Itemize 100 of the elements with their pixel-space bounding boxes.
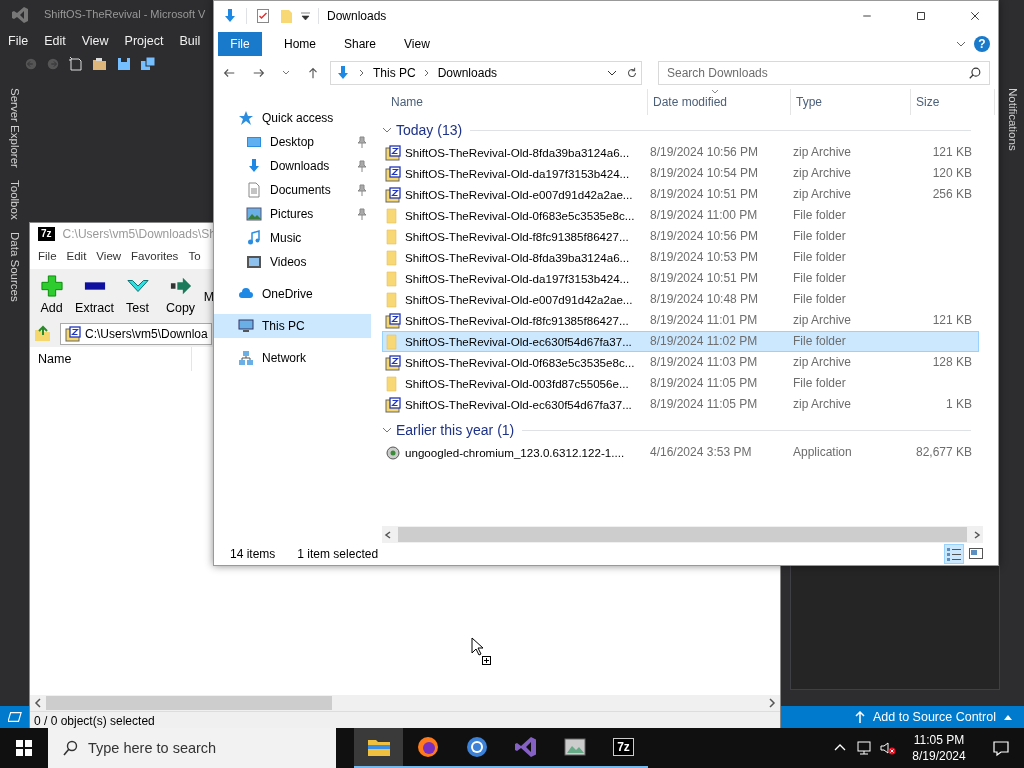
search-box[interactable]: Type here to search (48, 728, 336, 768)
muted-speaker-icon[interactable] (880, 740, 896, 756)
file-row[interactable]: ShiftOS-TheRevival-Old-0f683e5c3535e8c... 8/19/2024 11:00 PM File folder (382, 205, 979, 226)
dropdown-icon[interactable] (607, 69, 617, 77)
expand-ribbon-icon[interactable] (956, 40, 966, 48)
nav-item[interactable]: Pictures (214, 202, 371, 226)
up-folder-icon[interactable] (34, 325, 52, 343)
file-row[interactable]: ShiftOS-TheRevival-Old-ec630f54d67fa37... 8/19/2024 11:02 PM File folder (382, 331, 979, 352)
file-row[interactable]: ShiftOS-TheRevival-Old-da197f3153b424... 8/19/2024 10:54 PM zip Archive 120 KB (382, 163, 979, 184)
ribbon-tab[interactable]: View (390, 36, 444, 52)
file-row[interactable]: ShiftOS-TheRevival-Old-003fd87c55056e... 8/19/2024 11:05 PM File folder (382, 373, 979, 394)
group-header[interactable]: Today (13) (382, 122, 463, 139)
help-icon[interactable]: ? (974, 36, 990, 52)
column-header[interactable]: Date modified (648, 89, 791, 115)
type-cell-text: zip Archive (792, 187, 853, 202)
address-bar[interactable]: This PC Downloads (330, 61, 642, 85)
file-row[interactable]: ShiftOS-TheRevival-Old-da197f3153b424... 8/19/2024 10:51 PM File folder (382, 268, 979, 289)
dropdown-icon[interactable] (301, 12, 310, 20)
notifications-icon[interactable] (992, 739, 1010, 757)
toolbar-button[interactable]: Copy (159, 274, 202, 316)
menu-item[interactable]: View (96, 250, 122, 264)
file-menu-button[interactable]: File (218, 32, 262, 56)
open-folder-icon[interactable] (92, 56, 108, 72)
size-cell-text: 128 KB (931, 355, 972, 370)
column-header[interactable]: Type (791, 89, 911, 115)
download-arrow-icon (335, 65, 351, 81)
breadcrumb-item[interactable]: This PC (373, 65, 416, 81)
back-icon[interactable] (222, 66, 236, 80)
column-header[interactable]: Name (30, 347, 192, 371)
breadcrumb-item[interactable]: Downloads (437, 65, 498, 81)
up-arrow-icon (855, 711, 865, 723)
nav-item[interactable]: This PC (214, 314, 371, 338)
nav-item[interactable]: Videos (214, 250, 371, 274)
ribbon-tab[interactable]: Share (330, 36, 391, 52)
clock-time[interactable]: 11:05 PM (908, 731, 970, 748)
menu-item[interactable]: File (8, 33, 29, 49)
download-arrow-icon[interactable] (222, 8, 238, 24)
status-text: 0 / 0 object(s) selected (33, 714, 156, 729)
nav-item[interactable]: Documents (214, 178, 371, 202)
save-all-icon[interactable] (140, 56, 156, 72)
file-row[interactable]: ShiftOS-TheRevival-Old-8fda39ba3124a6... 8/19/2024 10:53 PM File folder (382, 247, 979, 268)
refresh-icon[interactable] (625, 66, 639, 80)
file-row[interactable]: ShiftOS-TheRevival-Old-8fda39ba3124a6... 8/19/2024 10:56 PM zip Archive 121 KB (382, 142, 979, 163)
file-row[interactable]: ShiftOS-TheRevival-Old-e007d91d42a2ae... 8/19/2024 10:48 PM File folder (382, 289, 979, 310)
up-icon[interactable] (306, 66, 320, 80)
application-icon (385, 444, 401, 461)
menu-item[interactable]: File (38, 250, 57, 264)
file-row[interactable]: ShiftOS-TheRevival-Old-f8fc91385f86427... 8/19/2024 10:56 PM File folder (382, 226, 979, 247)
group-header[interactable]: Earlier this year (1) (382, 422, 515, 439)
type-cell-text: zip Archive (792, 397, 853, 412)
side-tab[interactable]: Server Explorer (7, 86, 21, 170)
source-control-button[interactable]: Add to Source Control (855, 709, 1016, 725)
file-row[interactable]: ShiftOS-TheRevival-Old-e007d91d42a2ae... 8/19/2024 10:51 PM zip Archive 256 KB (382, 184, 979, 205)
menu-item[interactable]: Buil (179, 33, 201, 49)
column-header[interactable]: Size (911, 89, 995, 115)
new-project-icon[interactable] (68, 56, 84, 72)
scrollbar-thumb[interactable] (46, 696, 332, 710)
menu-item[interactable]: View (81, 33, 109, 49)
visual-studio-logo-icon (10, 5, 30, 25)
toolbar-button[interactable]: Add (30, 274, 73, 316)
taskbar-app[interactable]: 7z (599, 728, 648, 768)
file-row[interactable]: ShiftOS-TheRevival-Old-f8fc91385f86427... 8/19/2024 11:01 PM zip Archive 121 KB (382, 310, 979, 331)
search-field[interactable]: Search Downloads (658, 61, 990, 85)
address-field[interactable]: C:\Users\vm5\Downloa (60, 323, 212, 345)
sort-icon[interactable] (711, 89, 719, 94)
side-tab[interactable]: Notifications (1005, 86, 1019, 153)
side-tab[interactable]: Toolbox (7, 177, 21, 222)
column-header[interactable]: Name (386, 89, 648, 115)
type-cell-text: zip Archive (792, 145, 853, 160)
date-cell-text: 8/19/2024 11:05 PM (649, 397, 759, 412)
nav-item[interactable]: OneDrive (214, 282, 371, 306)
menu-item[interactable]: Edit (44, 33, 66, 49)
details-view-button[interactable] (944, 544, 964, 564)
forward-icon[interactable] (252, 66, 266, 80)
file-row[interactable]: ungoogled-chromium_123.0.6312.122-1.... 4/16/2024 3:53 PM Application 82,677 KB (382, 442, 979, 463)
nav-item[interactable]: Network (214, 346, 371, 370)
nav-item[interactable]: Quick access (214, 106, 371, 130)
toolbar-button[interactable]: Extract (73, 274, 116, 316)
properties-icon[interactable] (255, 8, 271, 24)
menu-item[interactable]: To (188, 250, 201, 264)
scrollbar-thumb[interactable] (398, 527, 967, 542)
file-row[interactable]: ShiftOS-TheRevival-Old-0f683e5c3535e8c... 8/19/2024 11:03 PM zip Archive 128 KB (382, 352, 979, 373)
save-icon[interactable] (116, 56, 132, 72)
collapse-chevron-icon (382, 126, 392, 135)
menu-item[interactable]: Project (124, 33, 164, 49)
date-cell-text: 8/19/2024 10:54 PM (649, 166, 760, 181)
file-row[interactable]: ShiftOS-TheRevival-Old-ec630f54d67fa37... 8/19/2024 11:05 PM zip Archive 1 KB (382, 394, 979, 415)
nav-item[interactable]: Downloads (214, 154, 371, 178)
toolbar-button[interactable]: Test (116, 274, 159, 316)
network-monitor-icon[interactable] (856, 740, 872, 756)
nav-item[interactable]: Desktop (214, 130, 371, 154)
menu-item[interactable]: Edit (66, 250, 87, 264)
menu-item[interactable]: Favorites (131, 250, 179, 264)
nav-item[interactable]: Music (214, 226, 371, 250)
toolbar-button[interactable]: M (202, 285, 216, 305)
side-tab[interactable]: Data Sources (7, 229, 21, 304)
source-control-icon[interactable] (8, 711, 22, 723)
clock-date[interactable]: 8/19/2024 (908, 748, 970, 765)
ribbon-tab[interactable]: Home (270, 36, 330, 52)
taskbar-app[interactable] (354, 728, 403, 768)
